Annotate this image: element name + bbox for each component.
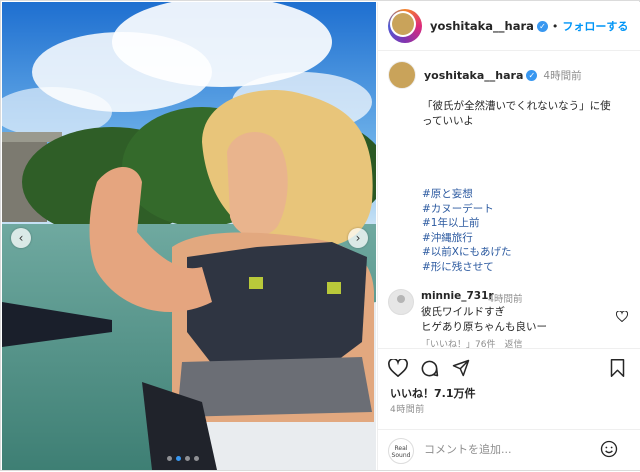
caption-avatar[interactable] [388,61,416,89]
share-paper-plane-icon[interactable] [452,359,470,381]
post-header: yoshitaka__hara ✓ • フォローする [378,2,640,51]
bookmark-icon[interactable] [610,359,625,381]
hashtag-link[interactable]: #以前Xにもあげた [422,245,512,260]
like-heart-icon[interactable] [388,358,408,381]
caption-line: 「彼氏が全然漕いでくれないなう」に使 [422,100,611,112]
photo-illustration [2,2,376,470]
comment-input[interactable] [422,442,596,457]
comment-meta[interactable]: 「いいね！」76件 返信 [421,337,522,348]
like-count[interactable]: いいね！7.1万件 [390,385,476,401]
comment-time[interactable]: 4時間前 [488,291,523,305]
commenter-username[interactable]: minnie_731r [421,290,494,302]
hashtag-link[interactable]: #沖縄旅行 [422,231,512,246]
post-time[interactable]: 4時間前 [390,402,425,415]
comment-text: 彼氏ワイルドすぎ [421,306,505,318]
caption-header: yoshitaka__hara ✓ 4時間前 [388,61,582,89]
hashtag-link[interactable]: #カヌーデート [422,202,512,217]
caption-username[interactable]: yoshitaka__hara [424,69,523,82]
post-photo[interactable]: ‹ › [2,2,376,470]
comment-like-heart-icon[interactable] [615,310,629,325]
header-username[interactable]: yoshitaka__hara [430,19,534,33]
carousel-dot [176,456,181,461]
verified-badge-icon: ✓ [526,69,538,81]
hashtag-link[interactable]: #1年以上前 [422,216,512,231]
commenter-avatar[interactable] [388,289,414,315]
hashtag-list: #原と妄想 #カヌーデート #1年以上前 #沖縄旅行 #以前Xにもあげた #形に… [422,187,512,274]
carousel-dot [194,456,199,461]
post-sidebar: yoshitaka__hara ✓ • フォローする yoshitaka__ha… [377,2,640,470]
commenter-badge: Real Sound [388,438,414,464]
hashtag-link[interactable]: #形に残させて [422,260,512,275]
comments-area[interactable]: yoshitaka__hara ✓ 4時間前 「彼氏が全然漕いでくれないなう」に… [378,51,640,348]
carousel-indicator [167,456,199,461]
emoji-smiley-icon[interactable] [600,440,618,462]
separator: • [551,19,559,33]
verified-badge-icon: ✓ [536,20,548,32]
comment-text: ヒゲあり原ちゃんも良いー [421,321,547,333]
caption-time[interactable]: 4時間前 [543,68,581,83]
instagram-post: ‹ › yoshitaka__hara ✓ • フォローする yoshitaka… [0,0,640,471]
carousel-dot [167,456,172,461]
caption-line: っていいよ [422,115,474,127]
caption-text: 「彼氏が全然漕いでくれないなう」に使 っていいよ [422,99,622,129]
profile-avatar[interactable] [388,9,422,43]
follow-button[interactable]: フォローする [562,18,628,34]
next-photo-button[interactable]: › [348,228,368,248]
comment-bubble-icon[interactable] [420,359,439,382]
previous-photo-button[interactable]: ‹ [11,228,31,248]
hashtag-link[interactable]: #原と妄想 [422,187,512,202]
add-comment-bar: Real Sound [378,429,640,472]
carousel-dot [185,456,190,461]
post-actions: いいね！7.1万件 4時間前 Real Sound [378,348,640,471]
